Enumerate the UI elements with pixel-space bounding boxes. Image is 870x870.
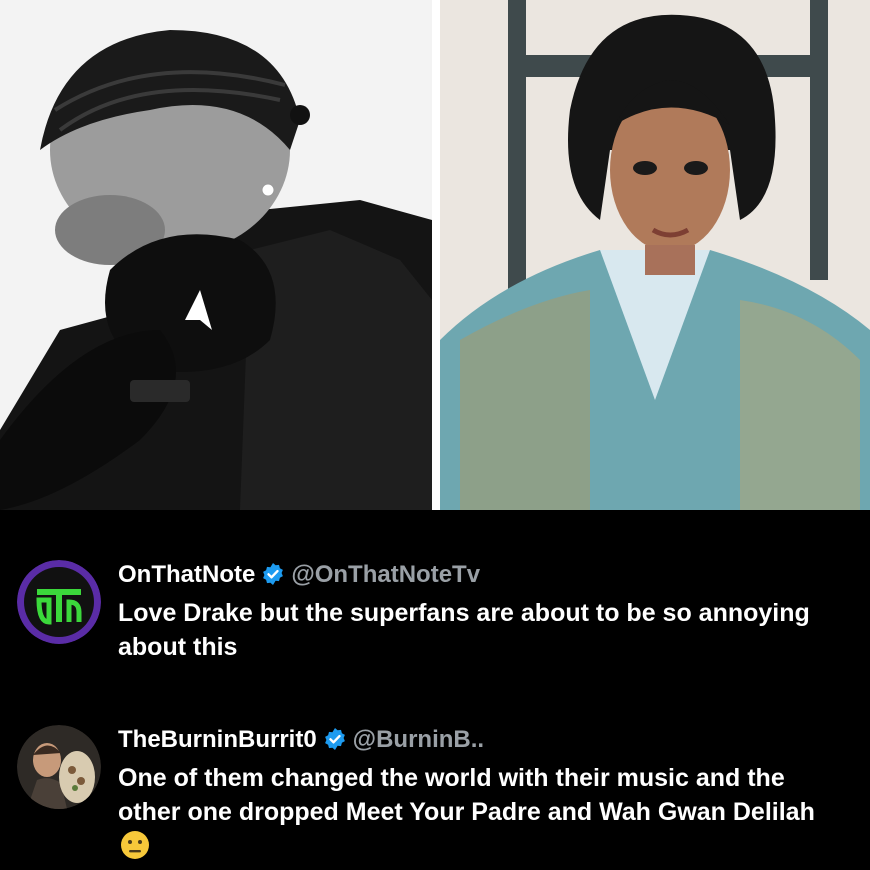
handle[interactable]: @OnThatNoteTv [291, 561, 480, 588]
tweet-text: One of them changed the world with their… [118, 761, 838, 869]
tweet-text-content: One of them changed the world with their… [118, 764, 815, 826]
right-portrait-photo [440, 0, 870, 510]
neutral-face-emoji-icon [120, 830, 150, 869]
photo-divider [432, 0, 440, 510]
display-name[interactable]: TheBurninBurrit0 [118, 726, 317, 753]
display-name[interactable]: OnThatNote [118, 561, 255, 588]
left-portrait-photo [0, 0, 432, 510]
handle[interactable]: @BurninB.. [353, 726, 484, 753]
onthatnote-logo-icon [17, 560, 101, 644]
photo-collage [0, 0, 870, 510]
avatar[interactable] [17, 725, 101, 809]
verified-badge-icon [261, 562, 285, 597]
verified-badge-icon [323, 727, 347, 762]
tweet-text: Love Drake but the superfans are about t… [118, 599, 810, 661]
burrito-avatar-icon [17, 725, 101, 809]
avatar[interactable] [17, 560, 101, 644]
